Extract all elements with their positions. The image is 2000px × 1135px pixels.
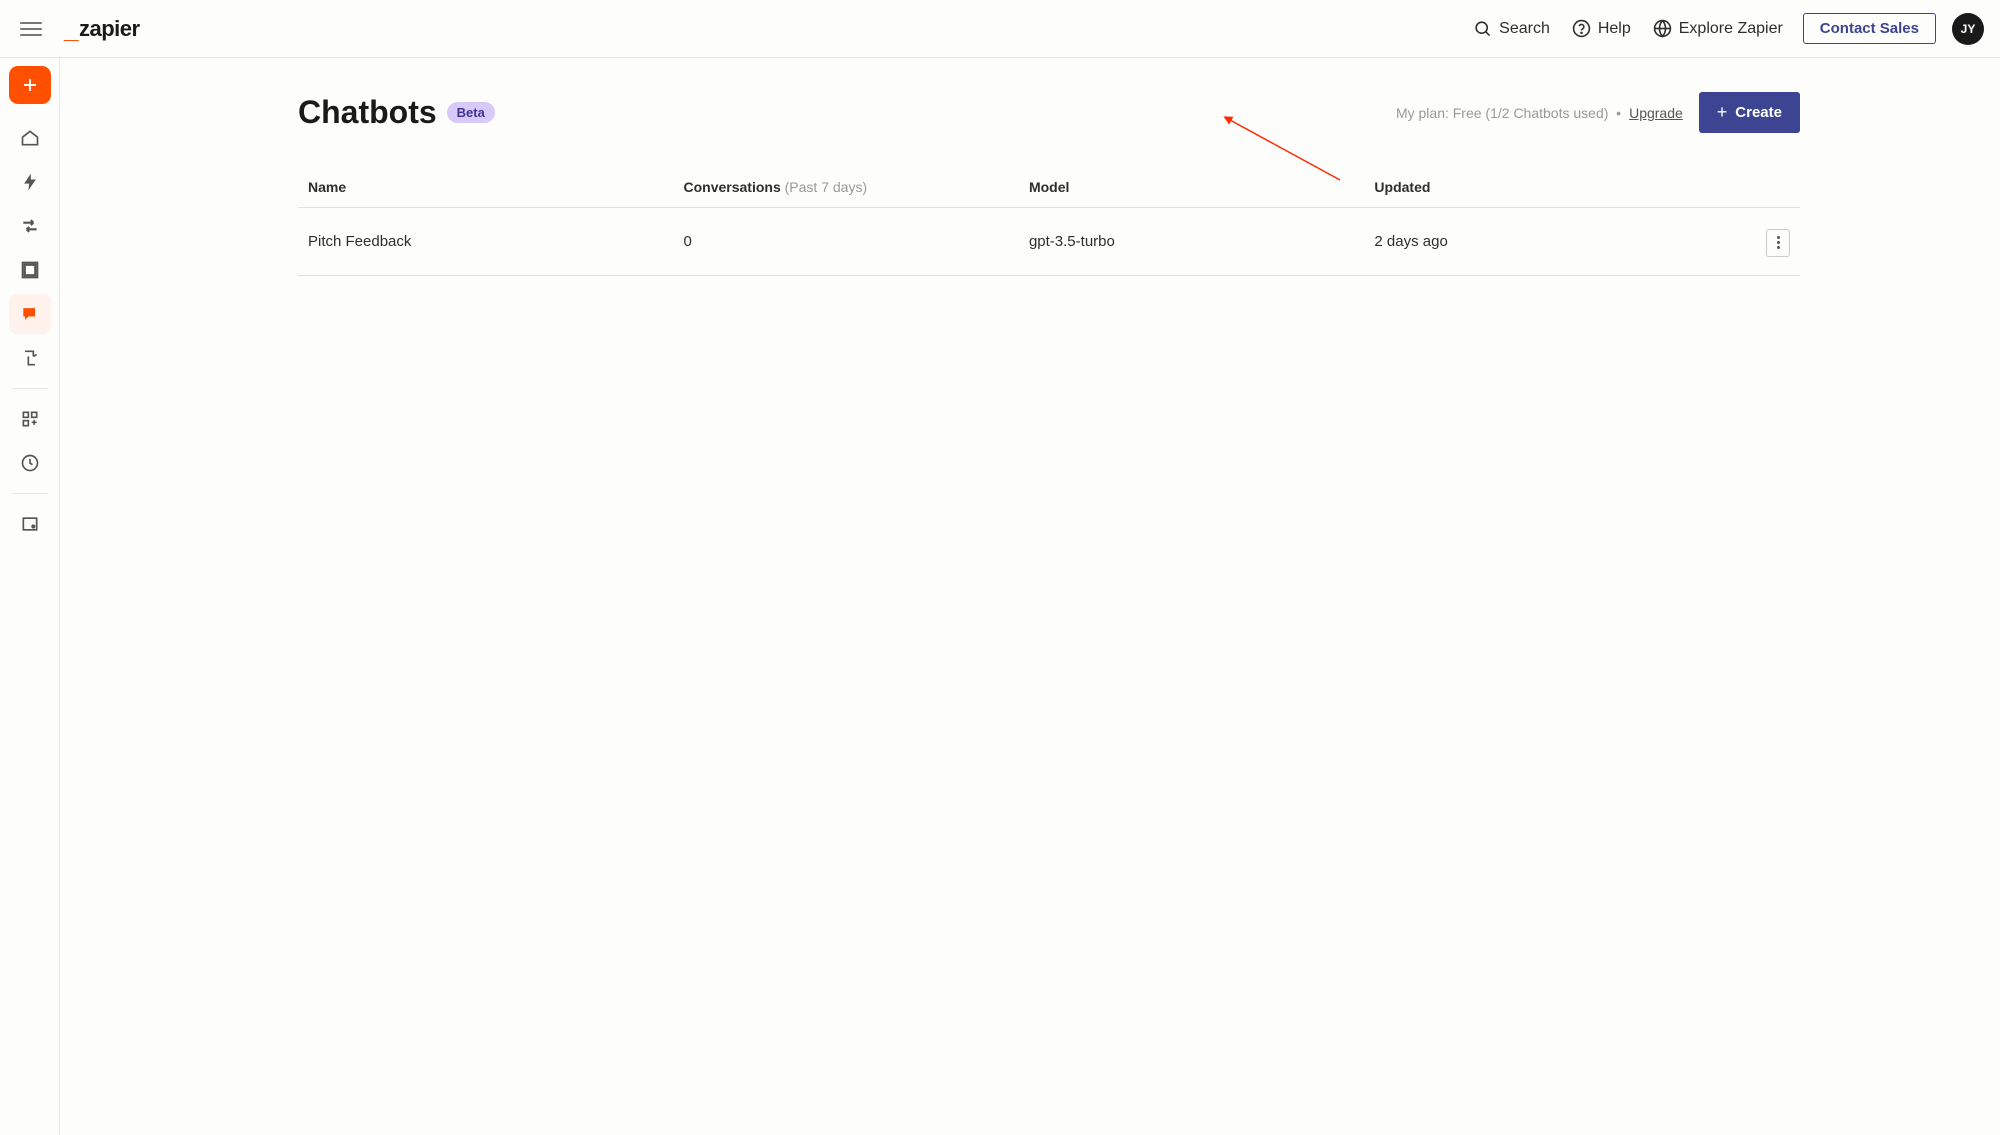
cell-conversations: 0 xyxy=(674,208,1019,276)
cell-model: gpt-3.5-turbo xyxy=(1019,208,1364,276)
sidebar-item-interfaces[interactable] xyxy=(9,338,51,378)
sidebar-item-chatbots[interactable] xyxy=(9,294,51,334)
apps-icon xyxy=(20,409,40,429)
sidebar-item-apps[interactable] xyxy=(9,399,51,439)
sidebar-item-zaps[interactable] xyxy=(9,162,51,202)
help-icon xyxy=(1572,19,1591,38)
globe-icon xyxy=(1653,19,1672,38)
create-fab-button[interactable] xyxy=(9,66,51,104)
archive-icon xyxy=(20,514,40,534)
search-button[interactable]: Search xyxy=(1473,19,1550,38)
search-icon xyxy=(1473,19,1492,38)
beta-badge: Beta xyxy=(447,102,495,123)
transfers-icon xyxy=(20,216,40,236)
plus-icon xyxy=(21,76,39,94)
table-row[interactable]: Pitch Feedback 0 gpt-3.5-turbo 2 days ag… xyxy=(298,208,1800,276)
home-icon xyxy=(20,128,40,148)
cell-updated: 2 days ago xyxy=(1364,208,1709,276)
upgrade-link[interactable]: Upgrade xyxy=(1629,105,1683,121)
bolt-icon xyxy=(20,172,40,192)
chatbots-table: Name Conversations (Past 7 days) Model U… xyxy=(298,167,1800,276)
table-icon xyxy=(20,260,40,280)
menu-toggle-button[interactable] xyxy=(20,18,42,40)
logo-text: zapier xyxy=(79,16,140,42)
logo[interactable]: _ zapier xyxy=(64,16,140,42)
create-button[interactable]: + Create xyxy=(1699,92,1800,133)
plus-icon: + xyxy=(1717,102,1728,123)
sidebar-item-archive[interactable] xyxy=(9,504,51,544)
interfaces-icon xyxy=(20,348,40,368)
sidebar xyxy=(0,58,60,1135)
row-actions-button[interactable] xyxy=(1766,229,1790,257)
cell-name: Pitch Feedback xyxy=(298,208,674,276)
column-header-updated[interactable]: Updated xyxy=(1364,167,1709,208)
column-header-conversations[interactable]: Conversations (Past 7 days) xyxy=(674,167,1019,208)
help-button[interactable]: Help xyxy=(1572,19,1631,38)
sidebar-item-history[interactable] xyxy=(9,443,51,483)
sidebar-item-home[interactable] xyxy=(9,118,51,158)
clock-icon xyxy=(20,453,40,473)
sidebar-item-transfers[interactable] xyxy=(9,206,51,246)
chatbot-icon xyxy=(20,304,40,324)
contact-sales-button[interactable]: Contact Sales xyxy=(1803,13,1936,44)
column-header-actions xyxy=(1710,167,1800,208)
avatar[interactable]: JY xyxy=(1952,13,1984,45)
column-header-model[interactable]: Model xyxy=(1019,167,1364,208)
explore-button[interactable]: Explore Zapier xyxy=(1653,19,1783,38)
plan-text: My plan: Free (1/2 Chatbots used) • xyxy=(1396,105,1621,121)
sidebar-item-tables[interactable] xyxy=(9,250,51,290)
page-title: Chatbots xyxy=(298,94,437,131)
column-header-name[interactable]: Name xyxy=(298,167,674,208)
